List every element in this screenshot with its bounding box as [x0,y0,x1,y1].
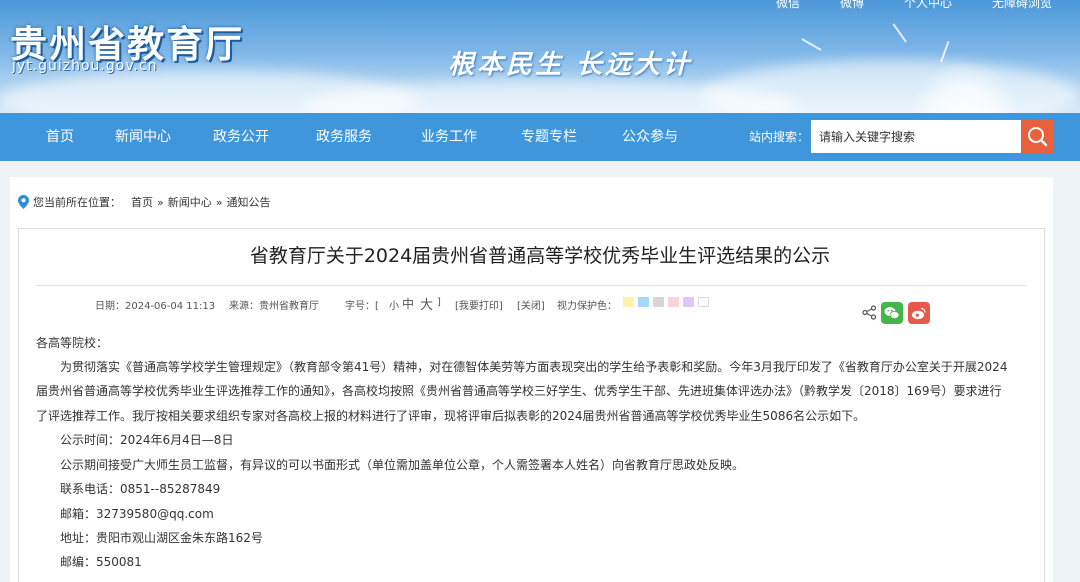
nav-item-government-services[interactable]: 政务服务 [316,113,372,161]
site-domain: jyt.guizhou.gov.cn [12,58,158,74]
top-link-personal-center[interactable]: 个人中心 [904,0,952,11]
breadcrumb-separator: » [157,195,164,209]
font-size-medium[interactable]: 中 [402,295,414,312]
article-date: 日期：2024-06-04 11:13 [95,301,216,312]
eye-color-swatch[interactable] [668,297,679,307]
search-input[interactable] [811,120,1023,153]
weibo-share-button[interactable] [908,302,930,324]
top-link-weibo[interactable]: 微博 [840,0,864,11]
contact-email: 邮箱：32739580@qq.com [60,507,214,521]
title-divider [36,285,1026,286]
breadcrumb-notices[interactable]: 通知公告 [226,194,270,210]
font-size-large[interactable]: 大 [420,294,433,313]
top-links: 微信 微博 个人中心 无障碍浏览 [776,0,1052,11]
article-greeting: 各高等院校： [36,336,109,350]
eye-color-swatch[interactable] [698,297,709,307]
breadcrumb: 您当前所在位置： 首页 » 新闻中心 » 通知公告 [18,194,270,210]
contact-postcode: 邮编：550081 [60,555,142,569]
search-button[interactable] [1021,120,1054,153]
nav-item-public-participation[interactable]: 公众参与 [622,113,678,161]
article-paragraph-line: 了评选推荐工作。我厅按相关要求组织专家对各高校上报的材料进行了评审，现将评审后拟… [36,409,866,423]
supervision-notice: 公示期间接受广大师生员工监督，有异议的可以书面形式（单位需加盖单位公章，个人需签… [60,458,745,472]
breadcrumb-separator: » [215,195,223,209]
nav-item-business-work[interactable]: 业务工作 [421,113,477,161]
font-size-label: 字号：[ [345,301,379,312]
article-paragraph-line: 届贵州省普通高等学校优秀毕业生评选推荐工作的通知》，各高校均按照《贵州省普通高等… [36,384,1002,398]
eye-color-swatch[interactable] [638,297,649,307]
contact-phone: 联系电话：0851--85287849 [60,482,221,496]
breadcrumb-home[interactable]: 首页 [131,194,153,210]
font-size-close-bracket: ] [437,297,441,308]
top-link-wechat[interactable]: 微信 [776,0,800,11]
search-label: 站内搜索： [749,130,810,144]
publicity-period: 公示时间：2024年6月4日—8日 [60,433,234,447]
article-source: 来源：贵州省教育厅 [229,301,319,312]
breadcrumb-prefix: 您当前所在位置： [33,196,121,209]
wechat-share-button[interactable] [881,302,903,324]
location-pin-icon [18,195,29,209]
site-slogan: 根本民生 长远大计 [448,50,693,80]
search-icon [1028,127,1048,147]
eye-color-swatch[interactable] [623,297,634,307]
contact-address: 地址：贵阳市观山湖区金朱东路162号 [60,531,263,545]
top-link-accessibility[interactable]: 无障碍浏览 [992,0,1052,11]
share-icon[interactable] [862,305,877,320]
nav-item-home[interactable]: 首页 [46,113,74,161]
nav-item-special-topics[interactable]: 专题专栏 [521,113,577,161]
font-size-small[interactable]: 小 [389,297,399,312]
breadcrumb-news-center[interactable]: 新闻中心 [168,194,212,210]
article-title: 省教育厅关于2024届贵州省普通高等学校优秀毕业生评选结果的公示 [249,245,831,267]
header-banner: 贵州省教育厅 jyt.guizhou.gov.cn 根本民生 长远大计 微信 微… [0,0,1080,113]
nav-item-government-affairs[interactable]: 政务公开 [213,113,269,161]
eye-color-swatch[interactable] [653,297,664,307]
wechat-icon [884,307,900,320]
close-link[interactable]: [关闭] [517,297,545,312]
print-link[interactable]: [我要打印] [455,297,503,312]
eye-color-swatch[interactable] [683,297,694,307]
nav-item-news-center[interactable]: 新闻中心 [115,113,171,161]
eye-protection-label: 视力保护色： [557,301,617,312]
article-paragraph-line: 为贯彻落实《普通高等学校学生管理规定》（教育部令第41号）精神，对在德智体美劳等… [60,360,1008,374]
weibo-icon [912,307,926,320]
